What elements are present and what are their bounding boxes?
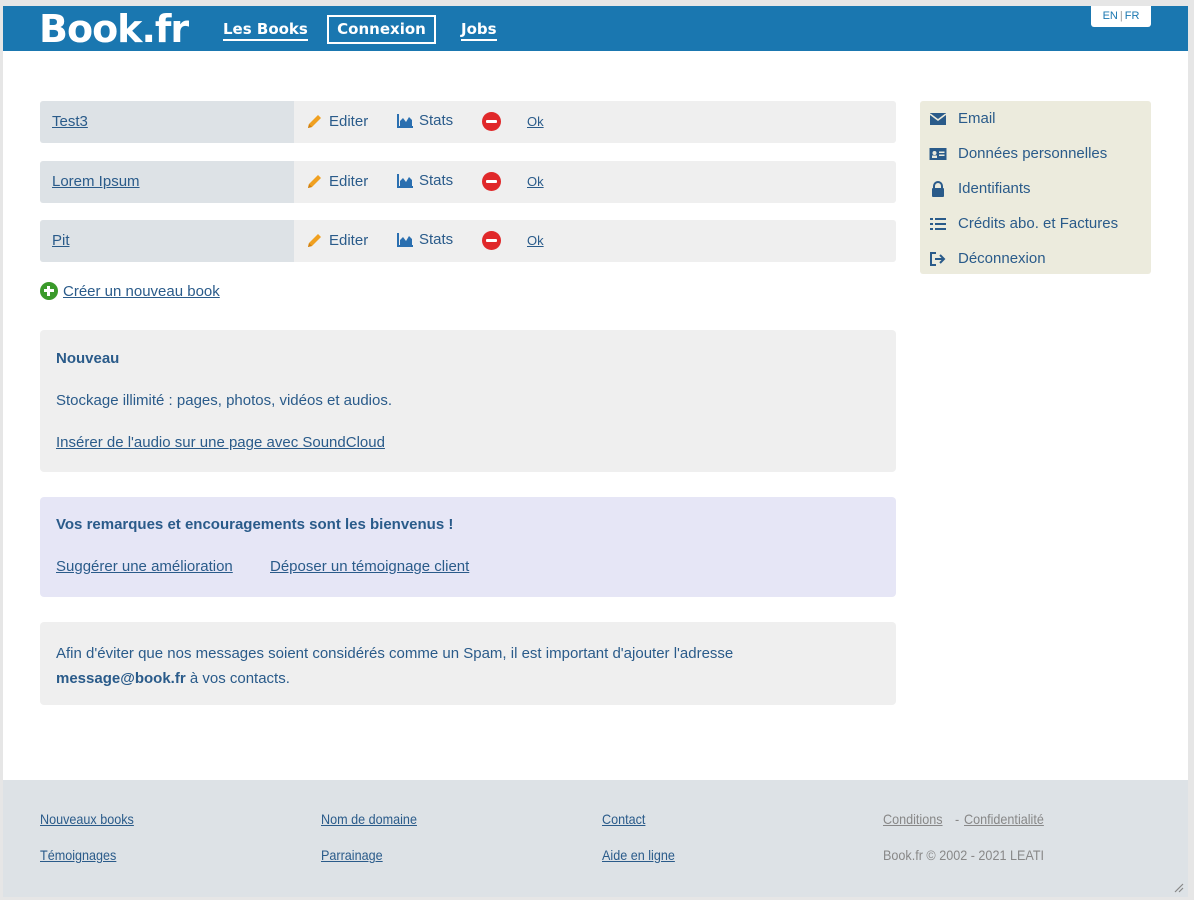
account-menu-email[interactable]: Email bbox=[929, 110, 996, 127]
news-panel: Nouveau Stockage illimité : pages, photo… bbox=[40, 330, 896, 472]
account-menu-personal-data[interactable]: Données personnelles bbox=[929, 145, 1107, 162]
ok-link[interactable]: Ok bbox=[527, 114, 544, 129]
id-card-icon bbox=[929, 147, 947, 160]
footer-domain-link[interactable]: Nom de domaine bbox=[321, 811, 417, 827]
resize-grip-icon[interactable] bbox=[1172, 881, 1184, 893]
footer-privacy-link[interactable]: Confidentialité bbox=[964, 811, 1044, 827]
edit-label: Editer bbox=[329, 112, 369, 130]
lock-icon bbox=[932, 180, 944, 197]
edit-book-button[interactable]: Editer bbox=[306, 172, 368, 190]
footer-contact-link[interactable]: Contact bbox=[602, 811, 645, 827]
footer-referral-link[interactable]: Parrainage bbox=[321, 847, 383, 863]
footer-separator: - bbox=[955, 811, 960, 827]
account-menu-label: Déconnexion bbox=[958, 250, 1046, 267]
stats-book-button[interactable]: Stats bbox=[397, 172, 453, 189]
spam-notice-panel: Afin d'éviter que nos messages soient co… bbox=[40, 622, 896, 705]
account-menu-logout[interactable]: Déconnexion bbox=[929, 250, 1046, 267]
account-menu-label: Crédits abo. et Factures bbox=[958, 215, 1119, 232]
soundcloud-link[interactable]: Insérer de l'audio sur une page avec Sou… bbox=[56, 434, 385, 451]
news-title: Nouveau bbox=[56, 350, 120, 367]
nav-jobs[interactable]: Jobs bbox=[461, 20, 497, 41]
create-book: Créer un nouveau book bbox=[40, 282, 220, 300]
book-link[interactable]: Test3 bbox=[52, 113, 88, 130]
edit-book-button[interactable]: Editer bbox=[306, 112, 368, 130]
book-name-cell: Test3 bbox=[40, 101, 294, 143]
book-link[interactable]: Lorem Ipsum bbox=[52, 173, 140, 190]
lang-fr[interactable]: FR bbox=[1125, 10, 1140, 22]
account-menu-label: Identifiants bbox=[958, 180, 1031, 197]
footer-copyright: Book.fr © 2002 - 2021 LEATI bbox=[883, 847, 1045, 863]
nav-les-books[interactable]: Les Books bbox=[223, 20, 308, 41]
list-icon bbox=[930, 217, 946, 230]
language-switcher: EN | FR bbox=[1091, 6, 1151, 27]
site-logo[interactable]: Book.fr bbox=[39, 8, 189, 50]
edit-label: Editer bbox=[329, 172, 369, 190]
spam-text-after: à vos contacts. bbox=[185, 670, 290, 687]
delete-book-button[interactable] bbox=[482, 172, 501, 191]
feedback-title: Vos remarques et encouragements sont les… bbox=[56, 516, 454, 533]
login-button[interactable]: Connexion bbox=[327, 15, 436, 44]
testimonial-link[interactable]: Déposer un témoignage client bbox=[270, 558, 469, 575]
spam-text-before: Afin d'éviter que nos messages soient co… bbox=[56, 645, 734, 662]
lang-separator: | bbox=[1119, 10, 1123, 22]
news-text: Stockage illimité : pages, photos, vidéo… bbox=[56, 392, 393, 409]
area-chart-icon bbox=[397, 174, 413, 188]
book-link[interactable]: Pit bbox=[52, 232, 70, 249]
account-menu-billing[interactable]: Crédits abo. et Factures bbox=[929, 215, 1118, 232]
ok-link[interactable]: Ok bbox=[527, 174, 544, 189]
footer: Nouveaux books Témoignages Nom de domain… bbox=[3, 780, 1188, 897]
area-chart-icon bbox=[397, 233, 413, 247]
footer-help-link[interactable]: Aide en ligne bbox=[602, 847, 675, 863]
pencil-icon bbox=[308, 175, 321, 188]
stats-label: Stats bbox=[419, 112, 454, 129]
book-name-cell: Lorem Ipsum bbox=[40, 161, 294, 203]
account-menu-label: Email bbox=[958, 110, 996, 127]
contact-email: message@book.fr bbox=[56, 670, 186, 687]
account-menu-label: Données personnelles bbox=[958, 145, 1108, 162]
footer-new-books-link[interactable]: Nouveaux books bbox=[40, 811, 134, 827]
suggest-improvement-link[interactable]: Suggérer une amélioration bbox=[56, 558, 233, 575]
edit-label: Editer bbox=[329, 231, 369, 249]
minus-circle-icon bbox=[482, 231, 501, 250]
footer-testimonials-link[interactable]: Témoignages bbox=[40, 847, 116, 863]
plus-circle-icon[interactable] bbox=[40, 282, 58, 300]
stats-label: Stats bbox=[419, 231, 454, 248]
create-book-link[interactable]: Créer un nouveau book bbox=[63, 283, 220, 300]
spam-notice-text: Afin d'éviter que nos messages soient co… bbox=[56, 641, 856, 691]
book-row: Lorem Ipsum Editer Stats Ok bbox=[40, 161, 896, 203]
stats-label: Stats bbox=[419, 172, 454, 189]
book-name-cell: Pit bbox=[40, 220, 294, 262]
logout-icon bbox=[930, 251, 946, 266]
ok-link[interactable]: Ok bbox=[527, 233, 544, 248]
minus-circle-icon bbox=[482, 172, 501, 191]
footer-conditions-link[interactable]: Conditions bbox=[883, 811, 943, 827]
book-row: Pit Editer Stats Ok bbox=[40, 220, 896, 262]
stats-book-button[interactable]: Stats bbox=[397, 231, 453, 248]
top-navigation-bar: Book.fr Les Books Connexion Jobs EN | FR bbox=[3, 6, 1188, 51]
area-chart-icon bbox=[397, 114, 413, 128]
pencil-icon bbox=[308, 115, 321, 128]
page: Book.fr Les Books Connexion Jobs EN | FR T… bbox=[3, 6, 1188, 897]
account-menu: Email Données personnelles Identifiants … bbox=[920, 101, 1151, 274]
account-menu-credentials[interactable]: Identifiants bbox=[929, 180, 1031, 197]
feedback-panel: Vos remarques et encouragements sont les… bbox=[40, 497, 896, 597]
stats-book-button[interactable]: Stats bbox=[397, 112, 453, 129]
edit-book-button[interactable]: Editer bbox=[306, 231, 368, 249]
delete-book-button[interactable] bbox=[482, 112, 501, 131]
delete-book-button[interactable] bbox=[482, 231, 501, 250]
lang-en[interactable]: EN bbox=[1103, 10, 1118, 22]
envelope-icon bbox=[929, 112, 947, 125]
minus-circle-icon bbox=[482, 112, 501, 131]
book-row: Test3 Editer Stats Ok bbox=[40, 101, 896, 143]
pencil-icon bbox=[308, 234, 321, 247]
